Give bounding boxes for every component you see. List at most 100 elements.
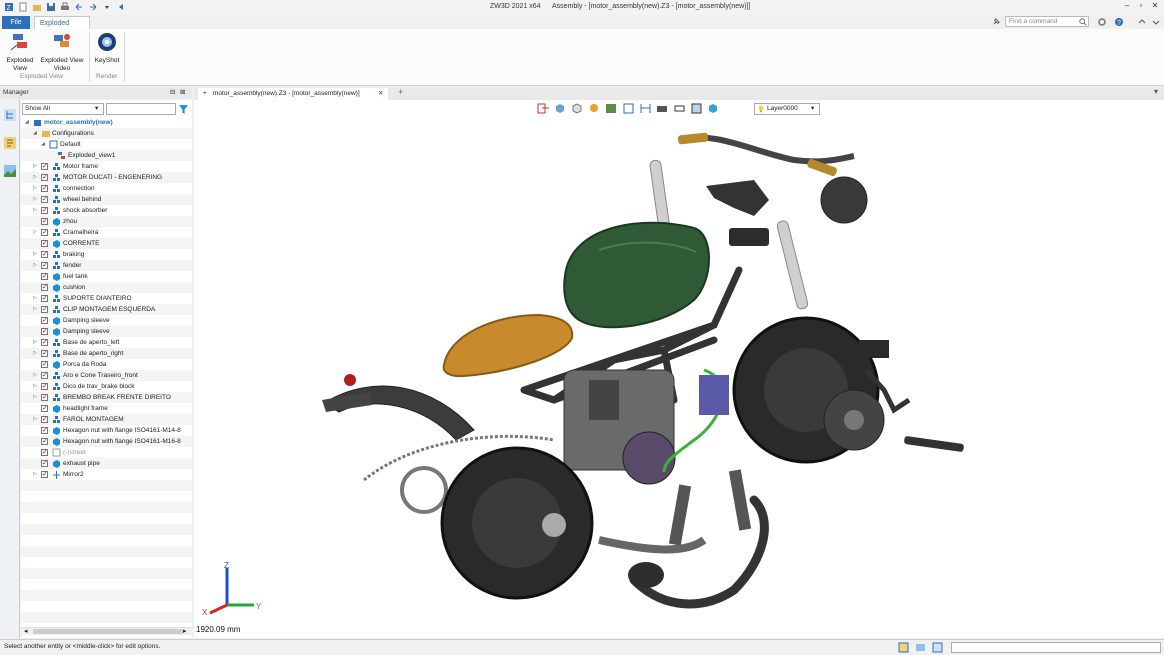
filter-funnel-icon[interactable]: [178, 104, 189, 115]
print-icon[interactable]: [60, 2, 70, 12]
visibility-checkbox[interactable]: ✓: [41, 240, 48, 247]
tree-item[interactable]: ▷ ✓ Dico de trav_brake block: [21, 381, 192, 392]
collapse-arrow-icon[interactable]: ◢: [33, 128, 39, 139]
tree-item[interactable]: Exploded_view1: [21, 150, 192, 161]
tab-menu-icon[interactable]: ▾: [1154, 87, 1158, 96]
history-icon[interactable]: [3, 136, 17, 150]
tree-item[interactable]: ✓ Damping sleeve: [21, 326, 192, 337]
close-tab-icon[interactable]: ✕: [378, 88, 383, 100]
tree-item[interactable]: ▷ ✓ Cramalheira: [21, 227, 192, 238]
tree-item[interactable]: ✓ zhou: [21, 216, 192, 227]
tree-search-input[interactable]: [106, 103, 176, 115]
visibility-checkbox[interactable]: ✓: [41, 229, 48, 236]
customize-dropdown-icon[interactable]: [102, 2, 112, 12]
triple-clamp[interactable]: [706, 180, 769, 216]
visibility-checkbox[interactable]: ✓: [41, 273, 48, 280]
new-file-icon[interactable]: [18, 2, 28, 12]
expand-arrow-icon[interactable]: ▷: [33, 414, 39, 425]
visibility-checkbox[interactable]: ✓: [41, 460, 48, 467]
tree-item[interactable]: ▷ ✓ Motor frame: [21, 161, 192, 172]
back-arrow-icon[interactable]: [116, 2, 126, 12]
search-icon[interactable]: [1079, 18, 1087, 26]
scroll-thumb[interactable]: [33, 629, 183, 634]
tree-item[interactable]: ▷ ✓ SUPORTE DIANTEIRO: [21, 293, 192, 304]
tree-item[interactable]: ✓ cushion: [21, 282, 192, 293]
expand-arrow-icon[interactable]: ▷: [33, 205, 39, 216]
visibility-checkbox[interactable]: ✓: [41, 438, 48, 445]
tree-item[interactable]: ▷ ✓ Mirror2: [21, 469, 192, 480]
tree-item[interactable]: ▷ ✓ FAROL MONTAGEM: [21, 414, 192, 425]
tree-item[interactable]: ▷ ✓ shock absorber: [21, 205, 192, 216]
expand-arrow-icon[interactable]: ▷: [33, 293, 39, 304]
tree-item[interactable]: ✓ Damping sleeve: [21, 315, 192, 326]
visibility-checkbox[interactable]: ✓: [41, 361, 48, 368]
tree-item[interactable]: ▷ ✓ MOTOR DUCATI - ENGENERING: [21, 172, 192, 183]
expand-arrow-icon[interactable]: ▷: [33, 172, 39, 183]
expand-arrow-icon[interactable]: ▷: [33, 249, 39, 260]
tail-light[interactable]: [344, 374, 356, 386]
visibility-checkbox[interactable]: ✓: [41, 416, 48, 423]
fork-tube-right[interactable]: [776, 220, 809, 310]
document-tab[interactable]: + motor_assembly(new).Z3 - [motor_assemb…: [198, 88, 388, 100]
swingarm[interactable]: [598, 536, 707, 554]
help-icon[interactable]: ?: [1114, 17, 1124, 27]
visibility-checkbox[interactable]: ✓: [41, 317, 48, 324]
tree-item[interactable]: ✓ exhaust pipe: [21, 458, 192, 469]
visibility-checkbox[interactable]: ✓: [41, 372, 48, 379]
tree-item[interactable]: ▷ ✓ wheel behind: [21, 194, 192, 205]
exploded-view-button[interactable]: Exploded View: [5, 31, 35, 73]
seat-cushion[interactable]: [442, 313, 574, 378]
open-folder-icon[interactable]: [32, 2, 42, 12]
expand-arrow-icon[interactable]: ▷: [33, 348, 39, 359]
tree-horizontal-scrollbar[interactable]: ◂ ▸: [21, 627, 192, 635]
fuel-tank[interactable]: [563, 221, 710, 329]
tree-item[interactable]: ▷ ✓ Base de aperto_left: [21, 337, 192, 348]
visibility-checkbox[interactable]: ✓: [41, 350, 48, 357]
keyshot-button[interactable]: KeyShot: [92, 31, 122, 65]
expand-arrow-icon[interactable]: ▷: [33, 183, 39, 194]
expand-arrow-icon[interactable]: ▷: [33, 337, 39, 348]
scroll-right-icon[interactable]: ▸: [183, 627, 187, 635]
view-mode-1-icon[interactable]: [898, 642, 909, 653]
tree-item[interactable]: ▷ ✓ braking: [21, 249, 192, 260]
tree-item[interactable]: ✓ headlight frame: [21, 403, 192, 414]
visibility-checkbox[interactable]: ✓: [41, 427, 48, 434]
close-panel-icon[interactable]: ⊠: [180, 87, 185, 99]
visibility-checkbox[interactable]: ✓: [41, 295, 48, 302]
command-search-input[interactable]: Find a command: [1005, 16, 1089, 27]
show-filter-dropdown[interactable]: Show All ▾: [22, 103, 104, 115]
expand-arrow-icon[interactable]: ▷: [33, 304, 39, 315]
handle-grip-left[interactable]: [677, 132, 709, 145]
tree-item[interactable]: ✓ Hexagon nut with flange ISO4161-M14-8: [21, 425, 192, 436]
tree-item[interactable]: ✓ CORRENTE: [21, 238, 192, 249]
tab-file[interactable]: File: [2, 16, 30, 29]
scroll-left-icon[interactable]: ◂: [24, 627, 28, 635]
collapse-arrow-icon[interactable]: ◢: [25, 117, 31, 128]
exploded-view-video-button[interactable]: Exploded View Video: [38, 31, 86, 73]
settings-gear-icon[interactable]: [1097, 17, 1107, 27]
visibility-checkbox[interactable]: ✓: [41, 207, 48, 214]
tree-item[interactable]: ▷ ✓ CLIP MONTAGEM ESQUERDA: [21, 304, 192, 315]
stator-cover[interactable]: [622, 431, 676, 485]
visibility-checkbox[interactable]: ✓: [41, 251, 48, 258]
expand-arrow-icon[interactable]: ▷: [33, 469, 39, 480]
undo-icon[interactable]: [74, 2, 84, 12]
headlight[interactable]: [820, 176, 868, 224]
tree-item[interactable]: ✓ fuel tank: [21, 271, 192, 282]
visibility-checkbox[interactable]: ✓: [41, 218, 48, 225]
tree-item[interactable]: ✓ (-)street: [21, 447, 192, 458]
visibility-checkbox[interactable]: ✓: [41, 339, 48, 346]
tree-item[interactable]: ▷ ✓ BREMBO BREAK FRENTE DIREITO: [21, 392, 192, 403]
muffler[interactable]: [628, 562, 664, 588]
front-axle[interactable]: [904, 436, 965, 452]
rear-fender[interactable]: [323, 385, 475, 441]
visibility-checkbox[interactable]: ✓: [41, 394, 48, 401]
tree-item[interactable]: ◢ Default: [21, 139, 192, 150]
expand-arrow-icon[interactable]: ▷: [33, 381, 39, 392]
rear-sprocket[interactable]: [400, 466, 448, 514]
tree-item[interactable]: ◢ motor_assembly(new): [21, 117, 192, 128]
motorcycle-exploded-model[interactable]: [194, 100, 1164, 638]
visibility-checkbox[interactable]: ✓: [41, 196, 48, 203]
maximize-button[interactable]: ▫: [1134, 1, 1148, 13]
expand-arrow-icon[interactable]: ▷: [33, 161, 39, 172]
